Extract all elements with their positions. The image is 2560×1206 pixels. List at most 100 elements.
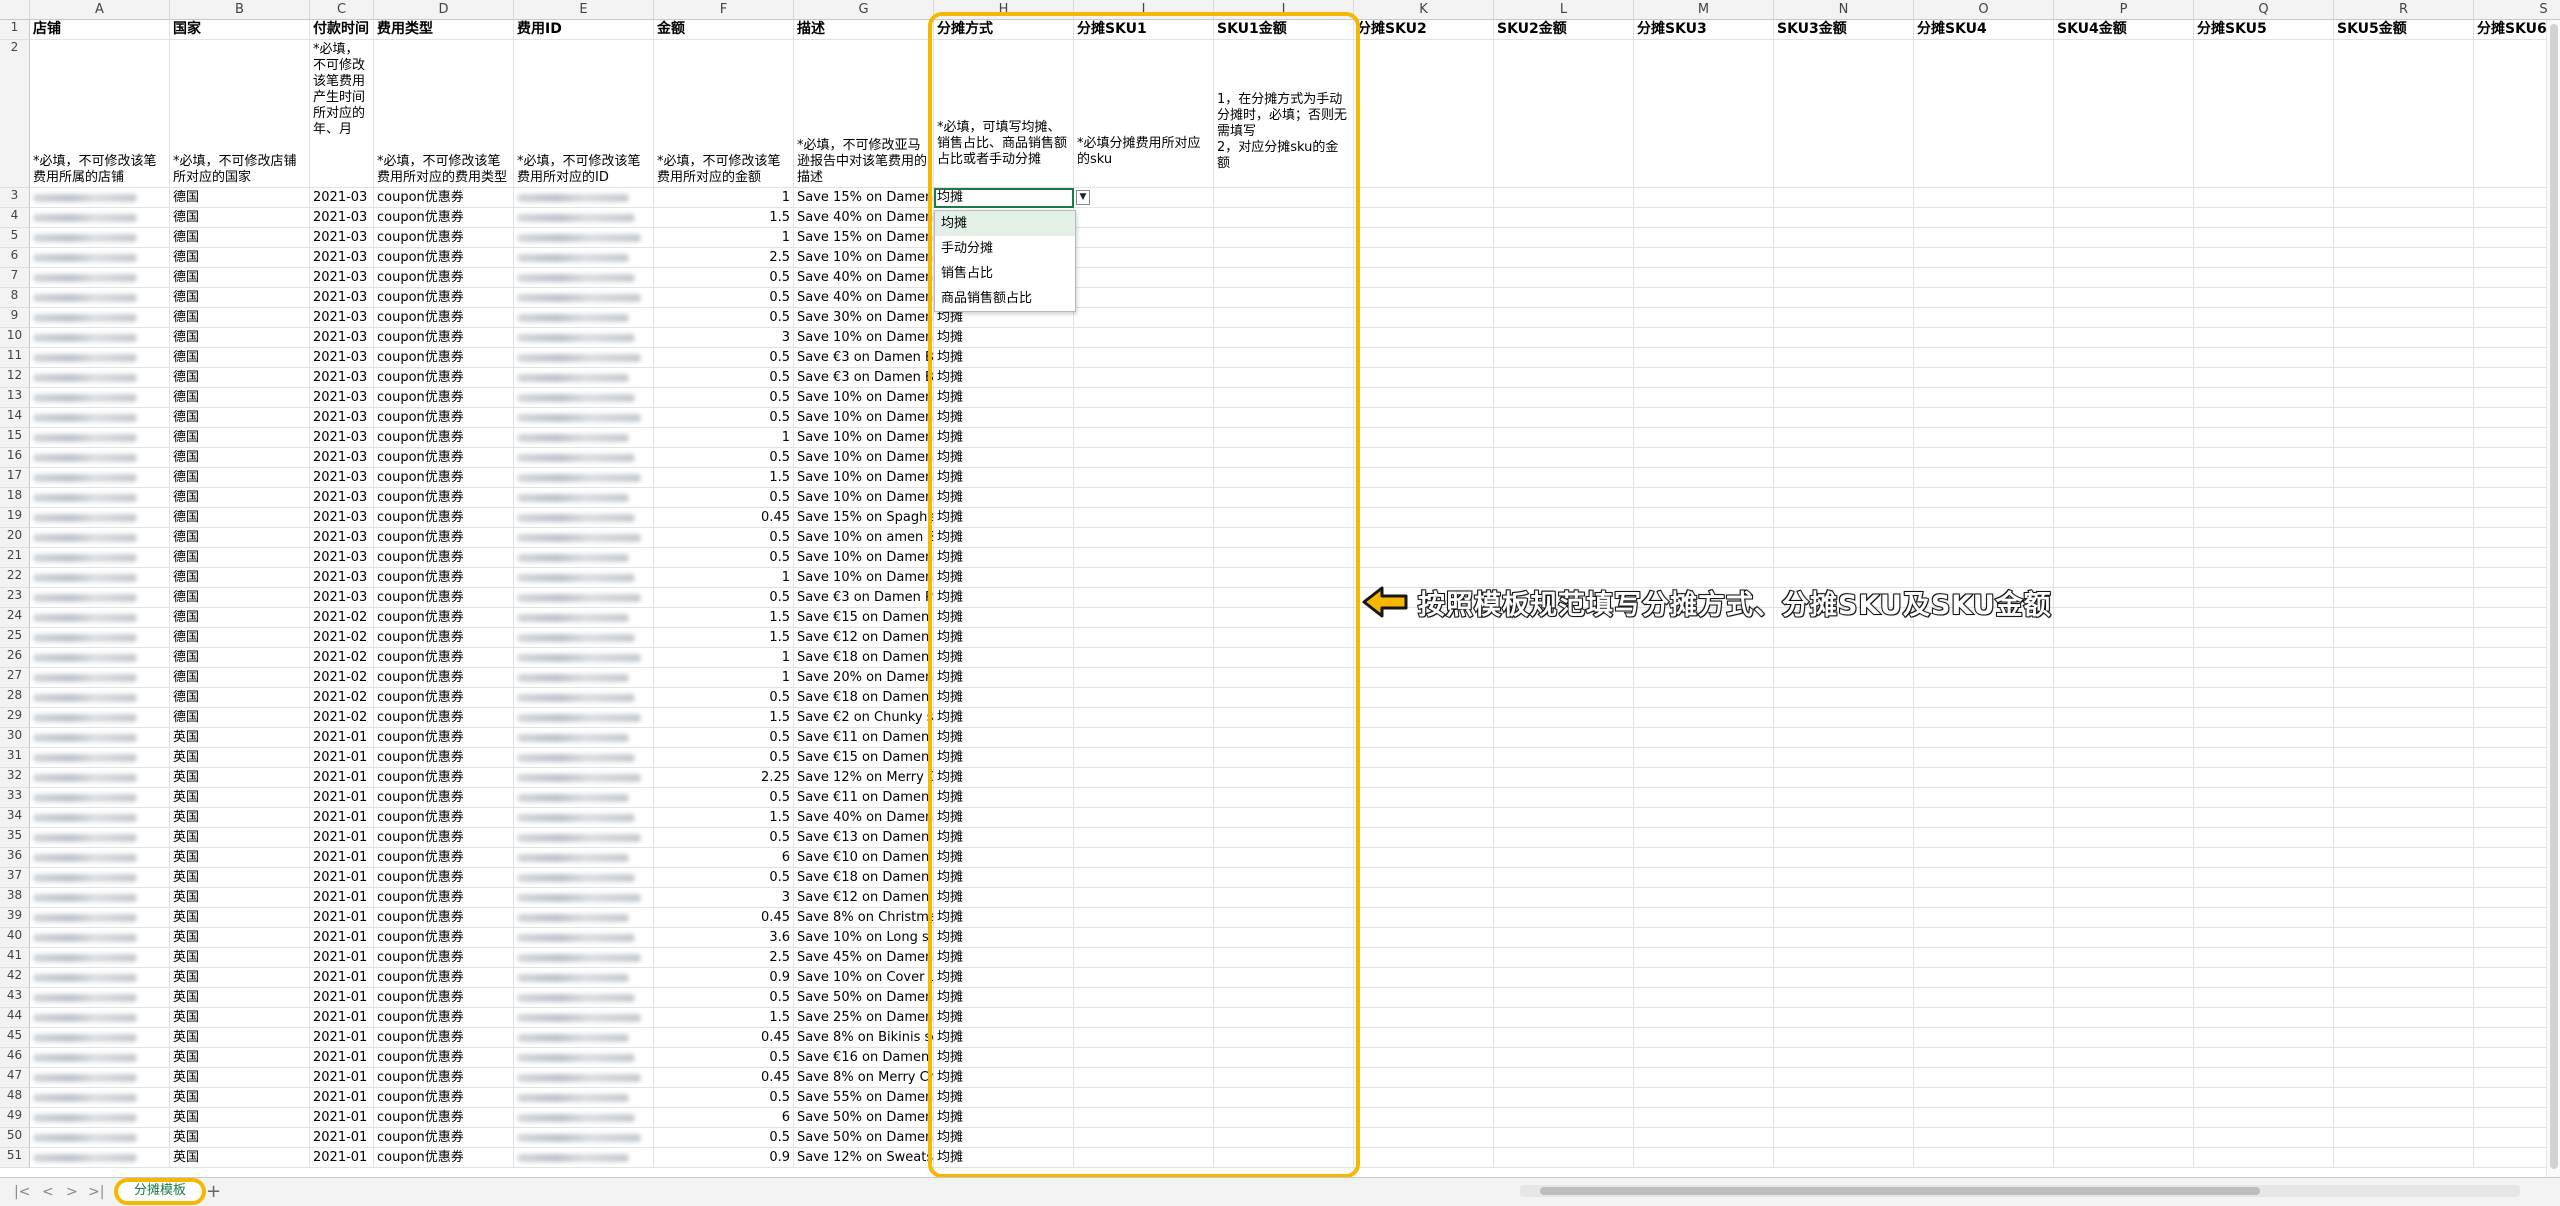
fee-type-cell[interactable]: coupon优惠券 <box>374 908 514 928</box>
empty-cell-n[interactable] <box>1774 388 1914 408</box>
fee-id-cell[interactable] <box>514 848 654 868</box>
empty-cell-q[interactable] <box>2194 188 2334 208</box>
empty-cell-m[interactable] <box>1634 688 1774 708</box>
empty-cell-l[interactable] <box>1494 1128 1634 1148</box>
empty-cell-k[interactable] <box>1354 868 1494 888</box>
empty-cell-p[interactable] <box>2054 508 2194 528</box>
country-cell[interactable]: 德国 <box>170 228 310 248</box>
empty-cell-i[interactable] <box>1074 388 1214 408</box>
empty-cell-i[interactable] <box>1074 1068 1214 1088</box>
country-cell[interactable]: 英国 <box>170 768 310 788</box>
description-cell[interactable]: Save 15% on Damen <box>794 188 934 208</box>
store-cell[interactable] <box>30 288 170 308</box>
empty-cell-o[interactable] <box>1914 808 2054 828</box>
empty-cell-l[interactable] <box>1494 408 1634 428</box>
empty-cell-r[interactable] <box>2334 508 2474 528</box>
fee-id-cell[interactable] <box>514 1088 654 1108</box>
fee-id-cell[interactable] <box>514 428 654 448</box>
empty-cell-r[interactable] <box>2334 628 2474 648</box>
empty-cell-m[interactable] <box>1634 1008 1774 1028</box>
empty-cell-m[interactable] <box>1634 388 1774 408</box>
empty-cell-j[interactable] <box>1214 1048 1354 1068</box>
fee-id-cell[interactable] <box>514 1108 654 1128</box>
allocation-method-cell[interactable]: 均摊 <box>934 1028 1074 1048</box>
empty-cell-r[interactable] <box>2334 368 2474 388</box>
empty-cell-r[interactable] <box>2334 688 2474 708</box>
country-cell[interactable]: 德国 <box>170 348 310 368</box>
empty-cell-m[interactable] <box>1634 1108 1774 1128</box>
empty-cell-p[interactable] <box>2054 668 2194 688</box>
empty-cell-j[interactable] <box>1214 508 1354 528</box>
header-cell-l[interactable]: SKU2金额 <box>1494 20 1634 40</box>
description-cell[interactable]: Save €2 on Chunky sw <box>794 708 934 728</box>
empty-cell-o[interactable] <box>1914 228 2054 248</box>
amount-cell[interactable]: 6 <box>654 1108 794 1128</box>
empty-cell-l[interactable] <box>1494 1048 1634 1068</box>
amount-cell[interactable]: 0.5 <box>654 308 794 328</box>
description-cell[interactable]: Save 10% on Long slee <box>794 928 934 948</box>
empty-cell-i[interactable] <box>1074 928 1214 948</box>
allocation-method-cell[interactable]: 均摊 <box>934 848 1074 868</box>
empty-cell-p[interactable] <box>2054 808 2194 828</box>
empty-cell-m[interactable] <box>1634 748 1774 768</box>
fee-id-cell[interactable] <box>514 968 654 988</box>
fee-type-cell[interactable]: coupon优惠券 <box>374 888 514 908</box>
country-cell[interactable]: 德国 <box>170 608 310 628</box>
empty-cell-l[interactable] <box>1494 748 1634 768</box>
empty-cell-l[interactable] <box>1494 1108 1634 1128</box>
amount-cell[interactable]: 1 <box>654 228 794 248</box>
empty-cell-j[interactable] <box>1214 308 1354 328</box>
note-cell-g[interactable]: *必填，不可修改亚马逊报告中对该笔费用的描述 <box>794 40 934 188</box>
empty-cell-q[interactable] <box>2194 568 2334 588</box>
empty-cell-o[interactable] <box>1914 668 2054 688</box>
empty-cell-q[interactable] <box>2194 488 2334 508</box>
empty-cell-k[interactable] <box>1354 1028 1494 1048</box>
empty-cell-l[interactable] <box>1494 948 1634 968</box>
column-header-h[interactable]: H <box>934 0 1074 20</box>
country-cell[interactable]: 英国 <box>170 1008 310 1028</box>
country-cell[interactable]: 英国 <box>170 988 310 1008</box>
empty-cell-n[interactable] <box>1774 1108 1914 1128</box>
empty-cell-p[interactable] <box>2054 888 2194 908</box>
description-cell[interactable]: Save €12 on Damen Ot <box>794 628 934 648</box>
fee-type-cell[interactable]: coupon优惠券 <box>374 748 514 768</box>
empty-cell-k[interactable] <box>1354 548 1494 568</box>
allocation-method-cell[interactable]: 均摊 <box>934 588 1074 608</box>
column-header-o[interactable]: O <box>1914 0 2054 20</box>
fee-type-cell[interactable]: coupon优惠券 <box>374 988 514 1008</box>
empty-cell-q[interactable] <box>2194 1028 2334 1048</box>
empty-cell-q[interactable] <box>2194 208 2334 228</box>
empty-cell-l[interactable] <box>1494 508 1634 528</box>
fee-id-cell[interactable] <box>514 1008 654 1028</box>
country-cell[interactable]: 德国 <box>170 628 310 648</box>
note-cell-r[interactable] <box>2334 40 2474 188</box>
country-cell[interactable]: 德国 <box>170 188 310 208</box>
date-cell[interactable]: 2021-01 <box>310 988 374 1008</box>
empty-cell-q[interactable] <box>2194 668 2334 688</box>
country-cell[interactable]: 英国 <box>170 888 310 908</box>
date-cell[interactable]: 2021-02 <box>310 608 374 628</box>
empty-cell-p[interactable] <box>2054 868 2194 888</box>
store-cell[interactable] <box>30 908 170 928</box>
empty-cell-n[interactable] <box>1774 268 1914 288</box>
empty-cell-n[interactable] <box>1774 228 1914 248</box>
empty-cell-r[interactable] <box>2334 968 2474 988</box>
fee-id-cell[interactable] <box>514 928 654 948</box>
empty-cell-n[interactable] <box>1774 1028 1914 1048</box>
allocation-method-cell[interactable]: 均摊 <box>934 628 1074 648</box>
empty-cell-r[interactable] <box>2334 188 2474 208</box>
empty-cell-j[interactable] <box>1214 468 1354 488</box>
empty-cell-m[interactable] <box>1634 548 1774 568</box>
empty-cell-l[interactable] <box>1494 388 1634 408</box>
empty-cell-q[interactable] <box>2194 928 2334 948</box>
allocation-method-cell[interactable]: 均摊 <box>934 528 1074 548</box>
allocation-method-cell[interactable]: 均摊 <box>934 928 1074 948</box>
allocation-method-cell[interactable]: 均摊 <box>934 368 1074 388</box>
date-cell[interactable]: 2021-01 <box>310 1128 374 1148</box>
empty-cell-o[interactable] <box>1914 988 2054 1008</box>
empty-cell-q[interactable] <box>2194 228 2334 248</box>
empty-cell-p[interactable] <box>2054 248 2194 268</box>
empty-cell-i[interactable] <box>1074 748 1214 768</box>
empty-cell-j[interactable] <box>1214 348 1354 368</box>
empty-cell-k[interactable] <box>1354 388 1494 408</box>
